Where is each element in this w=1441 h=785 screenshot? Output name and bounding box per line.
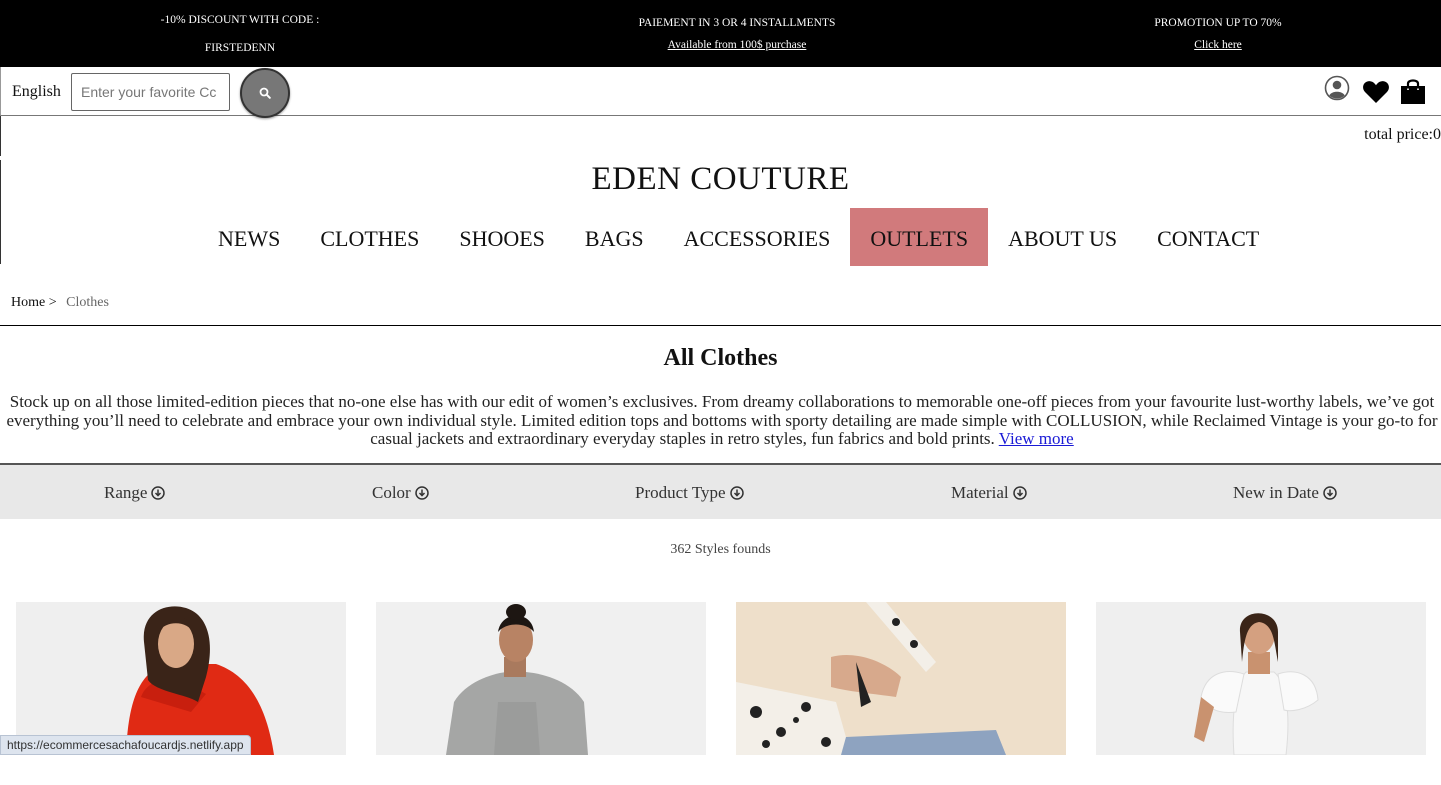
promo-discount-text: -10% DISCOUNT WITH CODE : bbox=[160, 14, 320, 26]
user-icon[interactable] bbox=[1324, 75, 1350, 101]
nav-item-about-us[interactable]: ABOUT US bbox=[988, 208, 1137, 266]
breadcrumb: Home > Clothes bbox=[11, 295, 109, 311]
shopping-bag-icon[interactable] bbox=[1399, 76, 1427, 106]
search-icon bbox=[259, 87, 271, 99]
site-logo[interactable]: EDEN COUTURE bbox=[0, 161, 1441, 198]
product-card-4[interactable] bbox=[1096, 602, 1426, 755]
breadcrumb-home[interactable]: Home > bbox=[11, 295, 57, 310]
nav-item-clothes[interactable]: CLOTHES bbox=[300, 208, 439, 266]
filter-material[interactable]: Material bbox=[951, 483, 1027, 503]
breadcrumb-current: Clothes bbox=[66, 295, 109, 310]
nav-item-contact[interactable]: CONTACT bbox=[1137, 208, 1279, 266]
filter-label: Range bbox=[104, 483, 148, 502]
page-title: All Clothes bbox=[663, 345, 778, 371]
heart-icon[interactable] bbox=[1362, 79, 1390, 105]
filter-label: Color bbox=[372, 483, 411, 502]
promo-installments: PAIEMENT IN 3 OR 4 INSTALLMENTS Availabl… bbox=[597, 12, 877, 56]
promo-discount-code: FIRSTEDENN bbox=[204, 42, 276, 54]
product-card-3[interactable] bbox=[736, 602, 1066, 755]
nav-item-shoes[interactable]: SHOOES bbox=[439, 208, 565, 266]
description-text: Stock up on all those limited-edition pi… bbox=[6, 392, 1438, 448]
arrow-down-circle-icon bbox=[1323, 486, 1337, 500]
product-image bbox=[16, 602, 346, 755]
product-card-2[interactable] bbox=[376, 602, 706, 755]
product-image bbox=[736, 602, 1066, 755]
filter-label: Product Type bbox=[635, 483, 726, 502]
utility-bar: English bbox=[0, 67, 1441, 118]
product-image bbox=[1096, 602, 1426, 755]
promo-discount: -10% DISCOUNT WITH CODE : FIRSTEDENN bbox=[110, 6, 370, 62]
filter-label: New in Date bbox=[1233, 483, 1319, 502]
main-nav: NEWS CLOTHES SHOOES BAGS ACCESSORIES OUT… bbox=[198, 208, 1279, 266]
status-bar-url: https://ecommercesachafoucardjs.netlify.… bbox=[0, 735, 251, 755]
promo-installments-link[interactable]: Available from 100$ purchase bbox=[597, 34, 877, 56]
arrow-down-circle-icon bbox=[1012, 486, 1027, 500]
nav-item-bags[interactable]: BAGS bbox=[565, 208, 664, 266]
promo-sale-text: PROMOTION UP TO 70% bbox=[1154, 17, 1282, 29]
product-image bbox=[376, 602, 706, 755]
nav-item-accessories[interactable]: ACCESSORIES bbox=[664, 208, 851, 266]
arrow-down-circle-icon bbox=[729, 486, 744, 500]
left-edge-rule bbox=[0, 116, 1, 156]
filter-product-type[interactable]: Product Type bbox=[635, 483, 744, 503]
arrow-down-circle-icon bbox=[414, 486, 429, 500]
language-selector[interactable]: English bbox=[12, 83, 61, 101]
arrow-down-circle-icon bbox=[151, 486, 166, 500]
promo-sale-link[interactable]: Click here bbox=[1098, 34, 1338, 56]
nav-item-outlets[interactable]: OUTLETS bbox=[850, 208, 989, 266]
view-more-link[interactable]: View more bbox=[999, 429, 1074, 448]
search-input[interactable] bbox=[71, 73, 230, 111]
search-button[interactable] bbox=[240, 68, 290, 118]
nav-item-news[interactable]: NEWS bbox=[198, 208, 300, 266]
product-card-1[interactable] bbox=[16, 602, 346, 755]
filter-label: Material bbox=[951, 483, 1009, 502]
filter-new-in-date[interactable]: New in Date bbox=[1233, 483, 1337, 503]
promo-sale: PROMOTION UP TO 70% Click here bbox=[1098, 12, 1338, 56]
promo-bar: -10% DISCOUNT WITH CODE : FIRSTEDENN PAI… bbox=[0, 0, 1441, 67]
filter-color[interactable]: Color bbox=[372, 483, 429, 503]
filter-range[interactable]: Range bbox=[104, 483, 166, 503]
results-count: 362 Styles founds bbox=[670, 542, 771, 557]
category-description: Stock up on all those limited-edition pi… bbox=[4, 392, 1440, 449]
filter-bar: Range Color Product Type Material New in… bbox=[0, 463, 1441, 519]
total-price: total price:0 bbox=[1364, 126, 1441, 143]
divider bbox=[0, 325, 1441, 326]
promo-installments-text: PAIEMENT IN 3 OR 4 INSTALLMENTS bbox=[638, 17, 836, 29]
